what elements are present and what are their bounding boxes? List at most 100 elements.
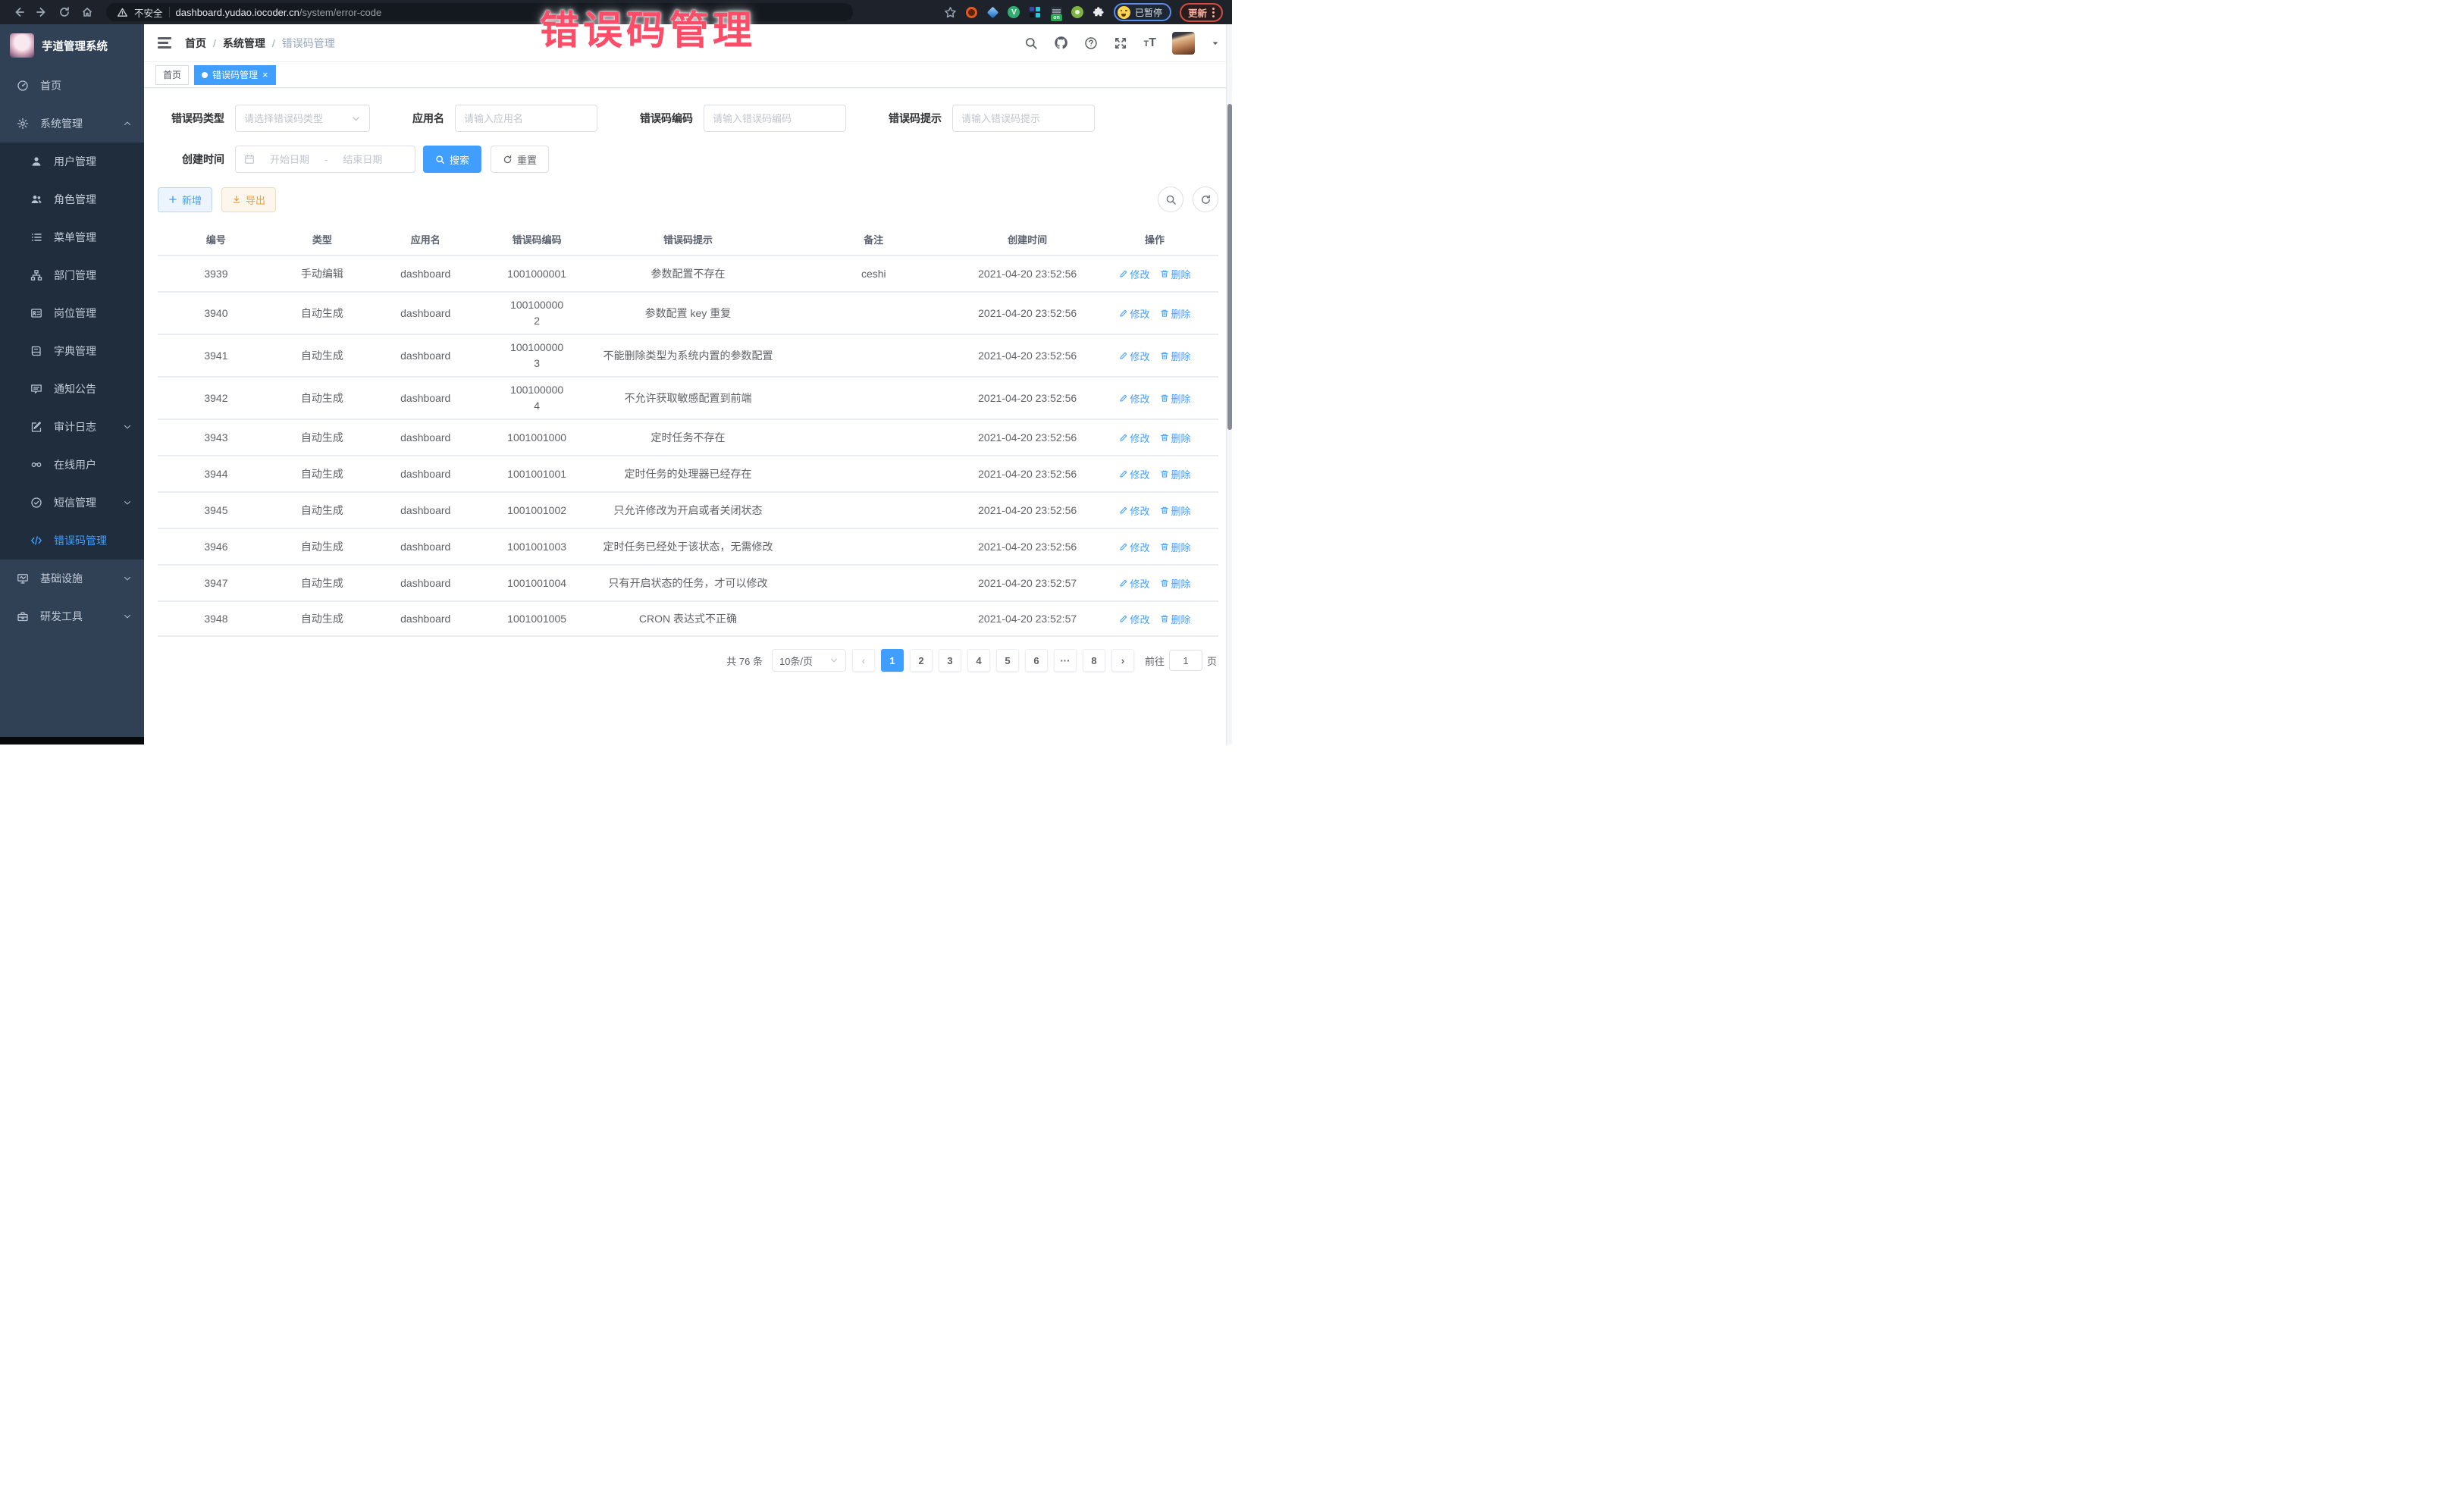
extension-key[interactable] (1071, 6, 1084, 19)
edit-link[interactable]: 修改 (1119, 349, 1150, 363)
browser-profile-chip[interactable]: 已暂停 (1114, 3, 1171, 21)
goto-page-input[interactable] (1169, 650, 1202, 671)
fullscreen-button[interactable] (1114, 36, 1127, 50)
edit-link[interactable]: 修改 (1119, 576, 1150, 591)
browser-update-button[interactable]: 更新 (1180, 3, 1223, 22)
sidebar-item-system[interactable]: 系统管理 (0, 105, 144, 143)
sidebar-item-posts[interactable]: 岗位管理 (0, 294, 144, 332)
edit-pencil-icon (1119, 309, 1128, 318)
breadcrumb-home[interactable]: 首页 (185, 36, 206, 51)
cell-id: 3946 (158, 541, 274, 553)
bookmark-star-button[interactable] (944, 6, 957, 19)
edit-link[interactable]: 修改 (1119, 612, 1150, 626)
delete-link[interactable]: 删除 (1160, 306, 1191, 321)
end-date-input[interactable] (333, 154, 392, 165)
delete-link[interactable]: 删除 (1160, 576, 1191, 591)
tab-home[interactable]: 首页 (155, 65, 189, 85)
edit-link[interactable]: 修改 (1119, 467, 1150, 481)
app-name-input[interactable] (464, 113, 588, 124)
sidebar-item-infrastructure[interactable]: 基础设施 (0, 560, 144, 597)
refresh-table-button[interactable] (1193, 187, 1218, 212)
sidebar-item-home[interactable]: 首页 (0, 67, 144, 105)
page-button-3[interactable]: 3 (939, 649, 961, 672)
sidebar-logo[interactable]: 芋道管理系统 (0, 24, 144, 67)
delete-link[interactable]: 删除 (1160, 612, 1191, 626)
edit-link[interactable]: 修改 (1119, 306, 1150, 321)
address-bar[interactable]: 不安全 dashboard.yudao.iocoder.cn/system/er… (106, 3, 853, 21)
extension-grid[interactable] (1029, 6, 1042, 19)
browser-forward-button[interactable] (32, 2, 52, 22)
avatar-caret-button[interactable] (1211, 39, 1220, 48)
search-button[interactable]: 搜索 (423, 146, 481, 173)
prev-page-button[interactable]: ‹ (852, 649, 875, 672)
error-code-field[interactable] (704, 105, 846, 132)
font-size-button[interactable]: TT (1143, 36, 1156, 50)
scrollbar-thumb[interactable] (1227, 104, 1232, 430)
sidebar-item-departments[interactable]: 部门管理 (0, 256, 144, 294)
breadcrumb-system[interactable]: 系统管理 (223, 36, 265, 51)
delete-link[interactable]: 删除 (1160, 391, 1191, 406)
edit-link[interactable]: 修改 (1119, 267, 1150, 281)
page-size-select[interactable]: 10条/页 (772, 649, 846, 672)
sidebar-item-menus[interactable]: 菜单管理 (0, 218, 144, 256)
page-button-4[interactable]: 4 (967, 649, 990, 672)
page-button-1[interactable]: 1 (881, 649, 904, 672)
export-button[interactable]: 导出 (221, 187, 276, 212)
browser-home-button[interactable] (77, 2, 97, 22)
sidebar-item-sms[interactable]: 短信管理 (0, 484, 144, 522)
edit-link[interactable]: 修改 (1119, 540, 1150, 554)
fullscreen-icon (1114, 36, 1127, 50)
sidebar-item-roles[interactable]: 角色管理 (0, 180, 144, 218)
browser-reload-button[interactable] (55, 2, 74, 22)
edit-link[interactable]: 修改 (1119, 431, 1150, 445)
sidebar-item-dictionary[interactable]: 字典管理 (0, 332, 144, 370)
toggle-search-button[interactable] (1158, 187, 1183, 212)
page-ellipsis[interactable]: ··· (1054, 649, 1077, 672)
delete-link[interactable]: 删除 (1160, 467, 1191, 481)
browser-back-button[interactable] (9, 2, 29, 22)
delete-link[interactable]: 删除 (1160, 431, 1191, 445)
user-avatar[interactable] (1172, 32, 1195, 55)
edit-link[interactable]: 修改 (1119, 391, 1150, 406)
sidebar-item-audit-log[interactable]: 审计日志 (0, 408, 144, 446)
sidebar-item-error-codes[interactable]: 错误码管理 (0, 522, 144, 560)
page-button-8[interactable]: 8 (1083, 649, 1105, 672)
page-button-5[interactable]: 5 (996, 649, 1019, 672)
delete-link[interactable]: 删除 (1160, 267, 1191, 281)
edit-pencil-icon (1119, 506, 1128, 515)
sidebar-item-dev-tools[interactable]: 研发工具 (0, 597, 144, 635)
edit-link[interactable]: 修改 (1119, 503, 1150, 518)
error-type-select[interactable] (235, 105, 370, 132)
header-search-button[interactable] (1024, 36, 1038, 50)
cell-type: 自动生成 (274, 306, 370, 321)
error-type-select-input[interactable] (244, 113, 351, 124)
reset-button[interactable]: 重置 (491, 146, 549, 173)
extension-orange[interactable] (965, 6, 978, 19)
date-range-picker[interactable]: - (235, 146, 415, 173)
vertical-scrollbar[interactable] (1226, 24, 1232, 744)
help-button[interactable] (1084, 36, 1098, 50)
delete-link[interactable]: 删除 (1160, 349, 1191, 363)
error-code-input[interactable] (713, 113, 837, 124)
page-button-6[interactable]: 6 (1025, 649, 1048, 672)
extensions-menu-button[interactable] (1092, 6, 1105, 19)
extension-gem[interactable] (986, 6, 999, 19)
page-button-2[interactable]: 2 (910, 649, 933, 672)
sidebar-item-users[interactable]: 用户管理 (0, 143, 144, 180)
extension-switch-on[interactable]: on (1050, 6, 1063, 19)
sidebar-item-online-users[interactable]: 在线用户 (0, 446, 144, 484)
sidebar-item-notices[interactable]: 通知公告 (0, 370, 144, 408)
delete-link[interactable]: 删除 (1160, 503, 1191, 518)
next-page-button[interactable]: › (1111, 649, 1134, 672)
hamburger-icon[interactable] (156, 34, 173, 52)
error-msg-input[interactable] (961, 113, 1086, 124)
tab-error-codes[interactable]: 错误码管理 × (194, 65, 276, 85)
app-name-field[interactable] (455, 105, 597, 132)
close-icon[interactable]: × (262, 70, 268, 80)
add-button[interactable]: 新增 (158, 187, 212, 212)
delete-link[interactable]: 删除 (1160, 540, 1191, 554)
error-msg-field[interactable] (952, 105, 1095, 132)
extension-vue[interactable]: V (1008, 6, 1020, 19)
start-date-input[interactable] (260, 154, 319, 165)
github-link[interactable] (1054, 36, 1068, 50)
